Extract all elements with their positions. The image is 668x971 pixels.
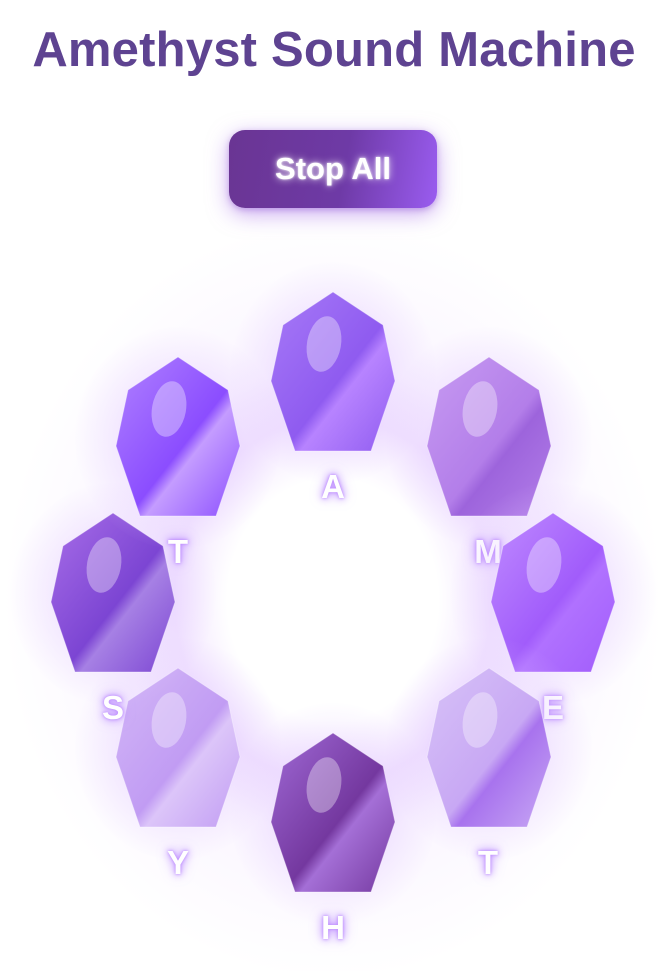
crystal-gem-icon (270, 291, 396, 452)
crystal-gem-icon (426, 356, 552, 517)
crystal-body (115, 356, 241, 517)
crystal-gem-icon (115, 356, 241, 517)
crystal-label-h: H (321, 909, 345, 946)
crystal-pad-t-lower[interactable] (386, 638, 592, 860)
crystal-label-a: A (321, 468, 345, 505)
crystal-label-y: Y (166, 844, 189, 881)
crystal-gem-icon (270, 732, 396, 893)
crystal-gem-icon (490, 512, 616, 673)
crystal-pad-m[interactable] (386, 327, 592, 549)
crystal-body (426, 356, 552, 517)
crystal-label-t-lower: T (477, 844, 499, 881)
crystal-body (490, 512, 616, 673)
crystal-label-s: S (101, 689, 124, 726)
crystal-pad-a[interactable] (230, 262, 436, 484)
page-title: Amethyst Sound Machine (32, 23, 636, 77)
crystal-pad-e[interactable] (450, 483, 656, 705)
app-root: Amethyst Sound Machine Stop All A M E T … (0, 0, 668, 971)
crystal-pad-h[interactable] (230, 703, 436, 925)
crystal-body (270, 291, 396, 452)
stop-all-button[interactable]: Stop All (229, 130, 437, 208)
crystal-pad-t-upper[interactable] (75, 327, 281, 549)
crystal-body (270, 732, 396, 893)
crystal-label-t-upper: T (167, 533, 189, 570)
crystal-body (426, 667, 552, 828)
crystal-gem-icon (426, 667, 552, 828)
